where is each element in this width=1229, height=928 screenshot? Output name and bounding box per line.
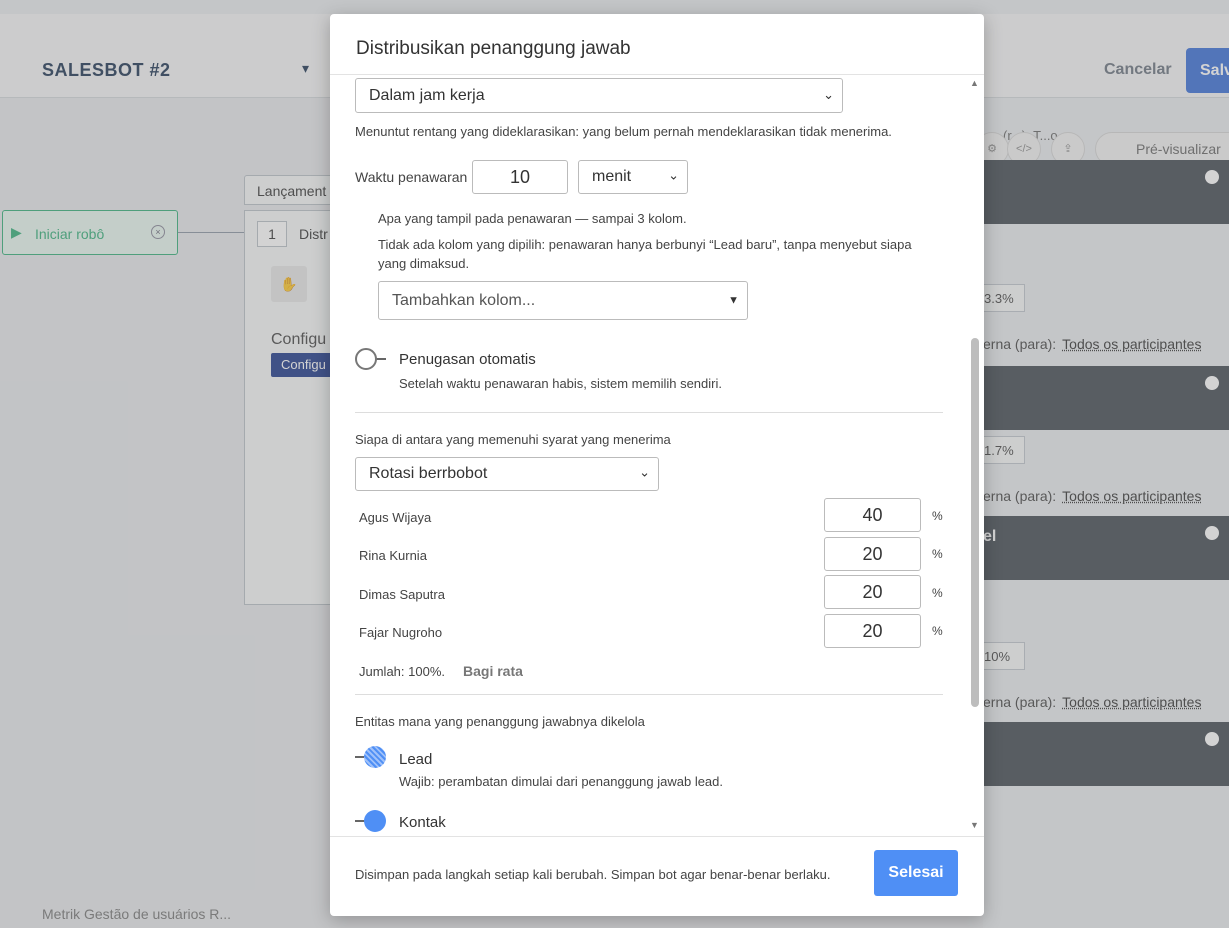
dialog-body[interactable]: Dalam jam kerja ⌄ Menuntut rentang yang … bbox=[330, 75, 984, 835]
auto-assign-hint: Setelah waktu penawaran habis, sistem me… bbox=[399, 376, 722, 391]
rotation-select-value: Rotasi berrbobot bbox=[369, 465, 488, 482]
percent-unit: % bbox=[932, 547, 943, 561]
toggle-knob bbox=[364, 810, 386, 832]
columns-empty-hint: Tidak ada kolom yang dipilih: penawaran … bbox=[378, 237, 912, 271]
entities-label: Entitas mana yang penanggung jawabnya di… bbox=[355, 714, 645, 729]
auto-assign-toggle[interactable] bbox=[355, 348, 386, 370]
percent-unit: % bbox=[932, 624, 943, 638]
dialog-title: Distribusikan penanggung jawab bbox=[356, 38, 631, 59]
distribute-dialog: Distribusikan penanggung jawab Dalam jam… bbox=[330, 14, 984, 916]
weight-name: Dimas Saputra bbox=[359, 587, 445, 602]
weight-input[interactable]: 20 bbox=[824, 614, 921, 648]
offer-time-input[interactable]: 10 bbox=[472, 160, 568, 194]
chevron-down-icon: ⌄ bbox=[639, 464, 650, 480]
weights-total: Jumlah: 100%. bbox=[359, 664, 445, 679]
weight-input[interactable]: 20 bbox=[824, 537, 921, 571]
add-column-select[interactable]: Tambahkan kolom... ▼ bbox=[378, 281, 748, 320]
weight-name: Fajar Nugroho bbox=[359, 625, 443, 640]
percent-unit: % bbox=[932, 586, 943, 600]
toggle-knob bbox=[355, 348, 377, 370]
scrollbar-thumb[interactable] bbox=[971, 338, 979, 707]
weight-input[interactable]: 40 bbox=[824, 498, 921, 532]
entity-contact-label: Kontak bbox=[399, 814, 446, 831]
weight-name: Rina Kurnia bbox=[359, 548, 427, 563]
scroll-down-icon[interactable]: ▼ bbox=[970, 820, 979, 830]
chevron-down-icon: ⌄ bbox=[823, 86, 834, 102]
schedule-select-value: Dalam jam kerja bbox=[369, 87, 485, 104]
entity-lead-hint: Wajib: perambatan dimulai dari penanggun… bbox=[399, 774, 724, 789]
done-button[interactable]: Selesai bbox=[874, 850, 958, 896]
divider bbox=[330, 836, 984, 837]
scroll-up-icon[interactable]: ▲ bbox=[970, 78, 979, 88]
split-even-button[interactable]: Bagi rata bbox=[463, 663, 523, 679]
footer-note: Disimpan pada langkah setiap kali beruba… bbox=[355, 867, 831, 882]
divider bbox=[355, 694, 943, 695]
divider bbox=[355, 412, 943, 413]
schedule-hint: Menuntut rentang yang dideklarasikan: ya… bbox=[355, 124, 892, 139]
columns-hint: Apa yang tampil pada penawaran — sampai … bbox=[378, 211, 687, 226]
schedule-select[interactable]: Dalam jam kerja ⌄ bbox=[355, 78, 843, 113]
who-receives-label: Siapa di antara yang memenuhi syarat yan… bbox=[355, 432, 671, 447]
toggle-knob bbox=[364, 746, 386, 768]
entity-lead-toggle[interactable] bbox=[355, 746, 386, 768]
entity-lead-label: Lead bbox=[399, 751, 433, 768]
add-column-placeholder: Tambahkan kolom... bbox=[392, 292, 536, 309]
auto-assign-label: Penugasan otomatis bbox=[399, 351, 536, 368]
weight-name: Agus Wijaya bbox=[359, 510, 432, 525]
offer-time-label: Waktu penawaran bbox=[355, 169, 468, 185]
percent-unit: % bbox=[932, 509, 943, 523]
weight-input[interactable]: 20 bbox=[824, 575, 921, 609]
chevron-down-icon: ⌄ bbox=[668, 167, 679, 183]
entity-contact-toggle[interactable] bbox=[355, 810, 386, 832]
rotation-select[interactable]: Rotasi berrbobot ⌄ bbox=[355, 457, 659, 491]
offer-time-unit-select[interactable]: menit ⌄ bbox=[578, 160, 688, 194]
caret-down-icon: ▼ bbox=[728, 294, 739, 306]
offer-time-unit-value: menit bbox=[592, 168, 632, 185]
